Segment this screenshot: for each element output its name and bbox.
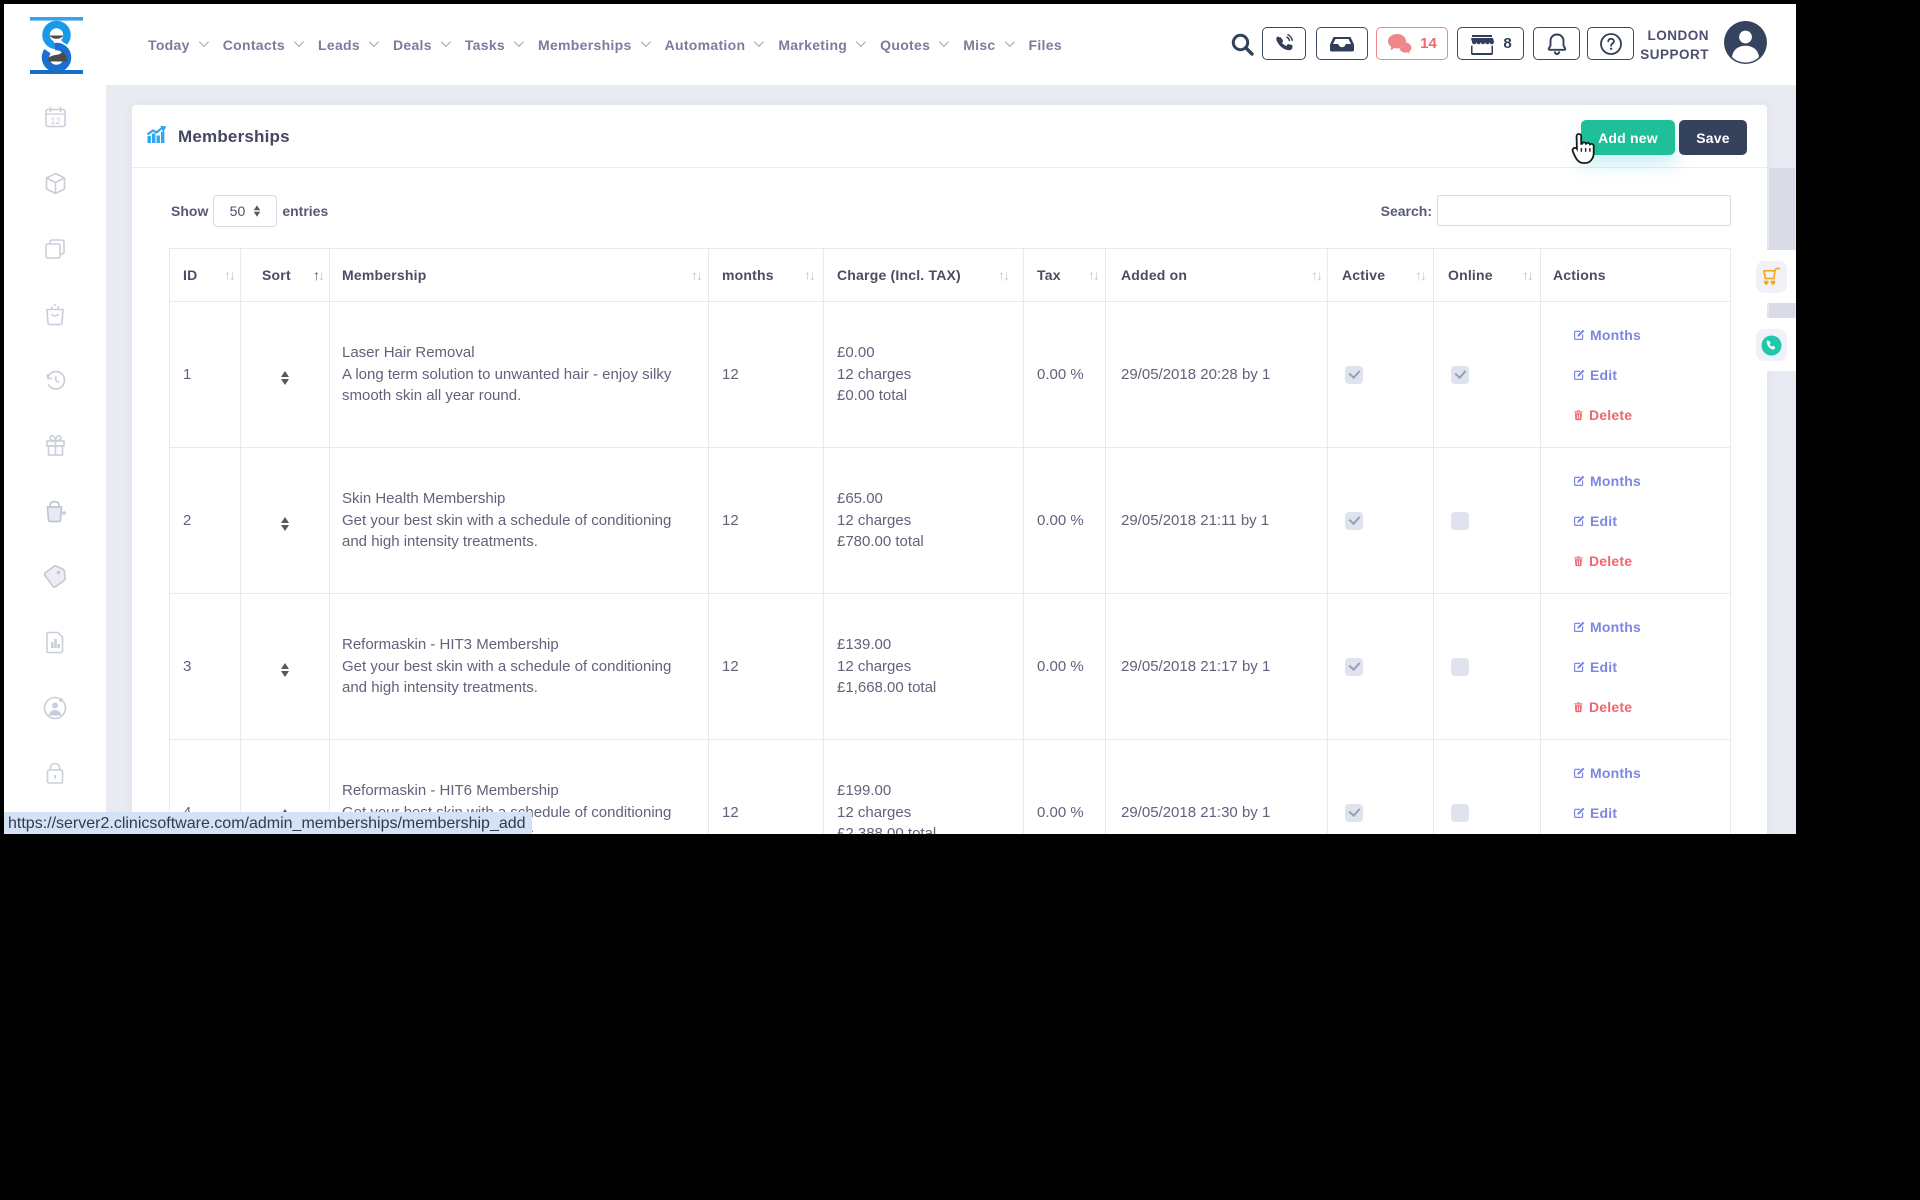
svg-text:12: 12 <box>50 116 60 126</box>
